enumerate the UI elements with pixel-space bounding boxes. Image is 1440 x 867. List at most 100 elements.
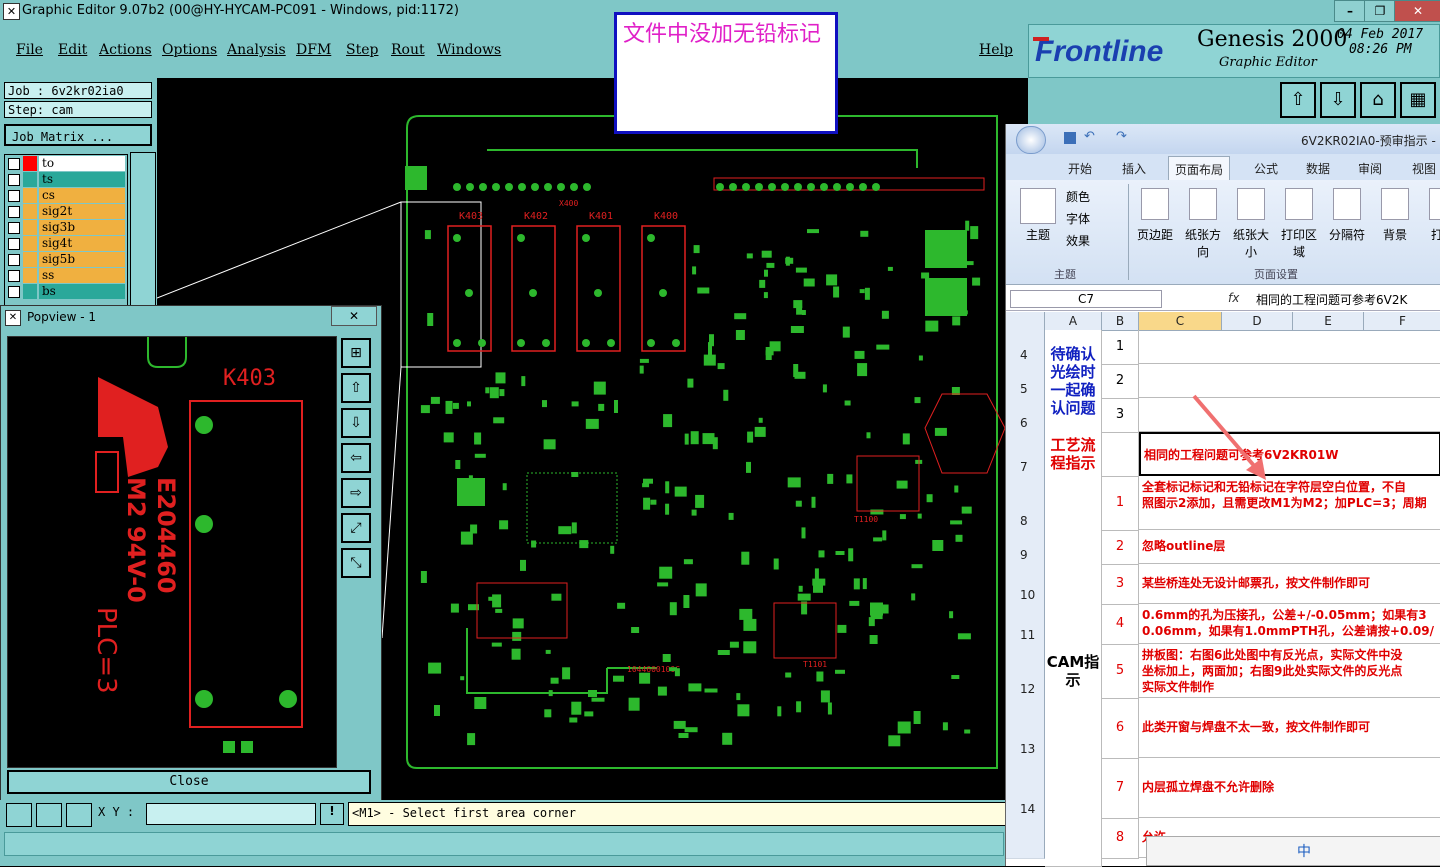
xy-input[interactable] [146, 803, 316, 825]
menu-step[interactable]: Step [346, 42, 378, 58]
layer-row-bs[interactable]: bs [6, 284, 125, 300]
cell-b[interactable]: 1 [1102, 476, 1139, 531]
cell-c[interactable]: 忽略outline层 [1139, 530, 1440, 564]
ribbon-button-6[interactable]: 打印 [1420, 184, 1440, 254]
group-process[interactable]: 工艺流程指示 [1045, 432, 1102, 477]
row-header[interactable]: 7 [1006, 432, 1045, 477]
ribbon-button-3[interactable]: 打印区域 [1276, 184, 1322, 259]
cell-c[interactable]: 内层孤立焊盘不允许删除 [1139, 758, 1440, 818]
layer-row-sig4t[interactable]: sig4t [6, 236, 125, 252]
formula-input[interactable]: 相同的工程问题可参考6V2K [1256, 291, 1407, 308]
redo-icon[interactable]: ↷ [1116, 129, 1127, 144]
name-box[interactable]: C7 [1010, 290, 1162, 308]
edit-tool-icon[interactable] [6, 803, 32, 827]
home-down-icon[interactable]: ⇩ [1320, 82, 1356, 118]
cell-b[interactable]: 3 [1102, 564, 1139, 605]
tab-page-layout[interactable]: 页面布局 [1168, 156, 1231, 182]
grid-tool-icon[interactable] [66, 803, 92, 827]
sheet-grid[interactable]: 4 1 5 2 6 3 7 相同的工程问题可参考6V2KR01W 8 1 全套标记标记和无铅标记在字… [1006, 330, 1440, 867]
tab-view[interactable]: 视图 [1412, 160, 1436, 177]
cell-b[interactable]: 8 [1102, 818, 1139, 859]
save-icon[interactable] [1064, 132, 1076, 144]
col-c[interactable]: C [1139, 312, 1222, 330]
layer-row-sig3b[interactable]: sig3b [6, 220, 125, 236]
cell-c[interactable]: 0.6mm的孔为压接孔，公差+/-0.05mm；如果有3 0.06mm，如果有1.… [1139, 604, 1440, 644]
measure-tool-icon[interactable] [36, 803, 62, 827]
popview-close-icon[interactable]: ✕ [331, 306, 377, 326]
menu-rout[interactable]: Rout [391, 42, 425, 58]
row-header[interactable]: 10 [1006, 564, 1045, 605]
layer-checkbox[interactable] [8, 222, 20, 234]
theme-icon[interactable] [1020, 188, 1056, 224]
effects-button[interactable]: 效果 [1066, 232, 1090, 249]
popview-canvas[interactable]: K403 E204460 M2 94V-0 PLC=3 [7, 336, 337, 768]
theme-button[interactable]: 主题 [1026, 226, 1050, 243]
cell-c[interactable] [1139, 330, 1440, 364]
ribbon-button-1[interactable]: 纸张方向 [1180, 184, 1226, 259]
cell-b[interactable]: 2 [1102, 364, 1139, 399]
zoom-out-icon[interactable]: ⤡ [341, 548, 371, 578]
layer-checkbox[interactable] [8, 206, 20, 218]
ribbon-button-5[interactable]: 背景 [1372, 184, 1418, 254]
tab-home[interactable]: 开始 [1068, 160, 1092, 177]
home-icon[interactable]: ⌂ [1360, 82, 1396, 118]
ribbon-button-0[interactable]: 页边距 [1132, 184, 1178, 254]
pan-left-icon[interactable]: ⇦ [341, 443, 371, 473]
menu-options[interactable]: Options [162, 42, 217, 58]
pan-up-icon[interactable]: ⇧ [341, 373, 371, 403]
col-a[interactable]: A [1045, 312, 1102, 330]
row-header[interactable]: 12 [1006, 644, 1045, 699]
cell-b[interactable]: 3 [1102, 398, 1139, 433]
layer-row-to[interactable]: to [6, 156, 125, 172]
layer-checkbox[interactable] [8, 286, 20, 298]
select-all[interactable] [1006, 312, 1045, 330]
row-header[interactable]: 9 [1006, 530, 1045, 565]
cell-c[interactable]: 此类开窗与焊盘不太一致，按文件制作即可 [1139, 698, 1440, 758]
job-matrix-button[interactable]: Job Matrix ... [4, 124, 152, 146]
close-button[interactable]: ✕ [1394, 0, 1440, 22]
cell-b[interactable]: 4 [1102, 604, 1139, 645]
col-f[interactable]: F [1364, 312, 1440, 330]
group-pending[interactable]: 待确认光绘时一起确认问题 [1045, 330, 1102, 433]
cell-c[interactable]: 拼板图：右图6此处图中有反光点，实际文件中没 坐标加上，两面加；右图9此处实际文件… [1139, 644, 1440, 698]
menu-analysis[interactable]: Analysis [227, 42, 286, 58]
undo-icon[interactable]: ↶ [1084, 129, 1095, 144]
popview-close-button[interactable]: Close [7, 770, 371, 794]
home-up-icon[interactable]: ⇧ [1280, 82, 1316, 118]
layer-checkbox[interactable] [8, 254, 20, 266]
ribbon-button-2[interactable]: 纸张大小 [1228, 184, 1274, 259]
menu-actions[interactable]: Actions [99, 42, 152, 58]
row-header[interactable]: 11 [1006, 604, 1045, 645]
group-cam[interactable]: CAM指示 [1045, 476, 1102, 867]
row-header[interactable]: 13 [1006, 698, 1045, 759]
col-b[interactable]: B [1102, 312, 1139, 330]
cell-b[interactable] [1102, 432, 1139, 477]
cell-b[interactable]: 1 [1102, 330, 1139, 365]
layer-row-sig2t[interactable]: sig2t [6, 204, 125, 220]
layer-checkbox[interactable] [8, 190, 20, 202]
pan-right-icon[interactable]: ⇨ [341, 478, 371, 508]
layer-checkbox[interactable] [8, 238, 20, 250]
row-header[interactable] [1006, 818, 1045, 859]
layer-checkbox[interactable] [8, 174, 20, 186]
layer-checkbox[interactable] [8, 270, 20, 282]
ribbon-button-4[interactable]: 分隔符 [1324, 184, 1370, 254]
menu-file[interactable]: File [16, 42, 43, 58]
layer-row-cs[interactable]: cs [6, 188, 125, 204]
office-button-icon[interactable] [1016, 126, 1046, 154]
col-e[interactable]: E [1293, 312, 1364, 330]
menu-edit[interactable]: Edit [58, 42, 87, 58]
row-header[interactable]: 14 [1006, 758, 1045, 819]
fonts-button[interactable]: 字体 [1066, 210, 1090, 227]
tab-data[interactable]: 数据 [1306, 160, 1330, 177]
layer-row-ss[interactable]: ss [6, 268, 125, 284]
menu-dfm[interactable]: DFM [296, 42, 331, 58]
layer-row-sig5b[interactable]: sig5b [6, 252, 125, 268]
row-header[interactable]: 6 [1006, 398, 1045, 433]
menu-help[interactable]: Help [979, 42, 1013, 58]
row-header[interactable]: 5 [1006, 364, 1045, 399]
menu-windows[interactable]: Windows [437, 42, 501, 58]
ime-mode-label[interactable]: 中 [1297, 841, 1311, 861]
zoom-fit-icon[interactable]: ⊞ [341, 338, 371, 368]
ime-toolbar[interactable]: 中 [1146, 836, 1440, 866]
